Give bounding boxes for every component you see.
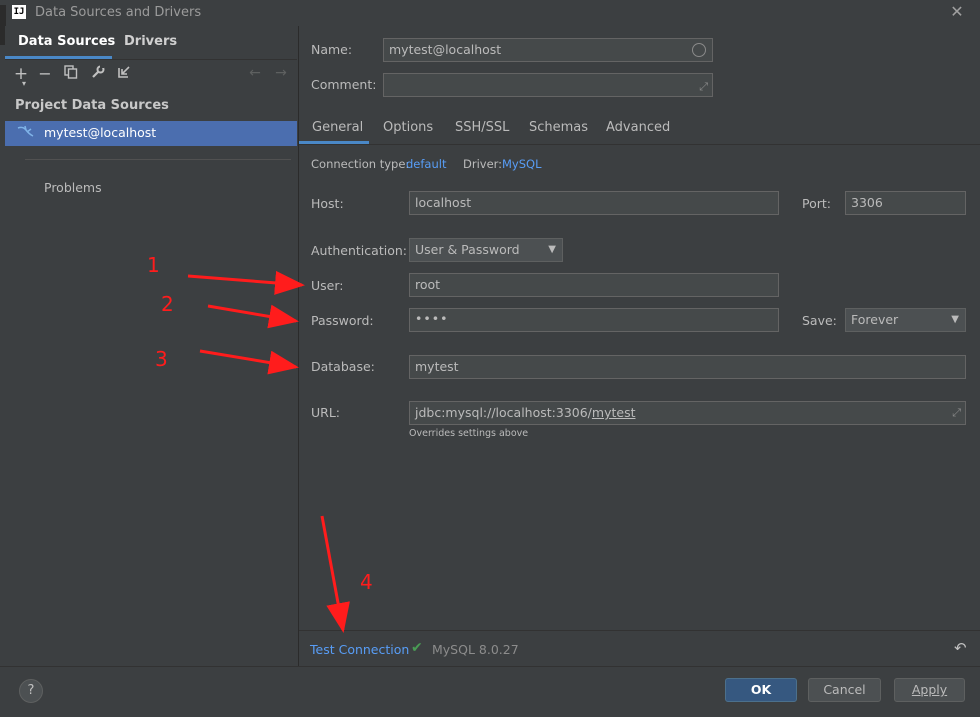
annotation-arrows xyxy=(187,270,350,633)
annotation-number-2: 2 xyxy=(161,292,174,316)
annotation-arrow-4 xyxy=(320,515,350,633)
annotation-arrow-1 xyxy=(187,270,305,295)
annotation-arrow-3 xyxy=(199,349,299,375)
annotation-arrow-2 xyxy=(207,304,299,329)
annotation-number-1: 1 xyxy=(147,253,160,277)
annotation-number-4: 4 xyxy=(360,570,373,594)
annotation-number-3: 3 xyxy=(155,347,168,371)
